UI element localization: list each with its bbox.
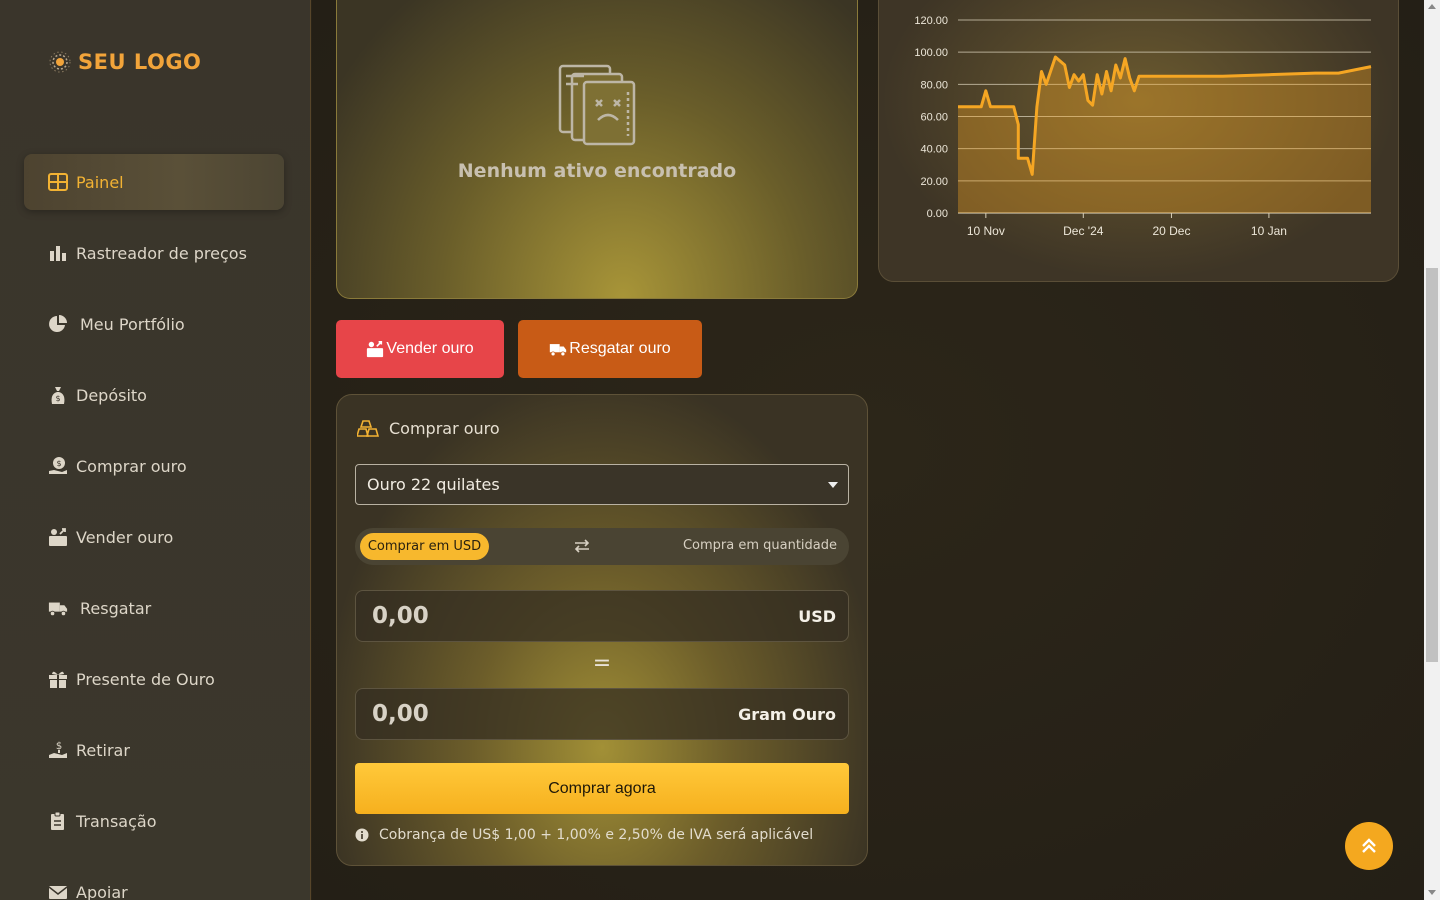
- buy-mode-toggle: Comprar em USD Compra em quantidade: [355, 528, 849, 565]
- equals-sign: =: [592, 651, 612, 676]
- scrollbar-thumb[interactable]: [1426, 268, 1438, 662]
- sell-icon: [367, 340, 384, 358]
- grams-amount-field[interactable]: 0,00 Gram Ouro: [355, 688, 849, 740]
- sidebar-item-label: Comprar ouro: [76, 456, 187, 476]
- bar-chart-icon: [50, 246, 66, 261]
- sell-gold-label: Vender ouro: [386, 340, 474, 357]
- scroll-up-arrow[interactable]: [1428, 4, 1436, 9]
- karat-select-value: Ouro 22 quilates: [367, 475, 500, 494]
- sidebar-item-presente[interactable]: Presente de Ouro: [24, 651, 284, 707]
- sidebar-item-label: Meu Portfólio: [80, 314, 185, 334]
- pie-chart-icon: [49, 315, 67, 332]
- sidebar-item-label: Depósito: [76, 385, 147, 405]
- grams-amount-value: 0,00: [372, 701, 429, 727]
- sidebar-item-label: Rastreador de preços: [76, 243, 247, 263]
- money-bag-icon: $: [51, 387, 65, 404]
- sidebar-item-label: Transação: [76, 811, 157, 831]
- buy-now-button[interactable]: Comprar agora: [355, 763, 849, 814]
- gold-bars-icon: [357, 420, 379, 437]
- swap-icon[interactable]: [573, 537, 591, 555]
- clipboard-icon: [51, 811, 64, 830]
- usd-amount-field[interactable]: 0,00 USD: [355, 590, 849, 642]
- x-tick-label: Dec '24: [1063, 224, 1104, 238]
- fee-note-text: Cobrança de US$ 1,00 + 1,00% e 2,50% de …: [379, 827, 814, 843]
- buy-gold-title-text: Comprar ouro: [389, 418, 500, 438]
- assets-card: Nenhum ativo encontrado: [336, 0, 858, 299]
- karat-select[interactable]: Ouro 22 quilates: [355, 464, 849, 505]
- hand-coin-icon: $: [49, 457, 67, 474]
- sidebar-item-comprar[interactable]: $ Comprar ouro: [24, 438, 284, 494]
- buy-gold-card: Comprar ouro Ouro 22 quilates Comprar em…: [336, 394, 868, 866]
- empty-documents-icon: [558, 64, 636, 146]
- x-tick-label: 10 Nov: [967, 224, 1005, 238]
- info-icon: [355, 828, 369, 842]
- buy-in-usd-option[interactable]: Comprar em USD: [360, 533, 489, 560]
- sidebar-item-transacao[interactable]: Transação: [24, 793, 284, 849]
- sidebar-item-label: Apoiar: [76, 882, 128, 900]
- sidebar: SEU LOGO Painel Rastreador de preços Meu…: [0, 0, 311, 900]
- sidebar-item-label: Resgatar: [80, 598, 152, 618]
- price-chart-card: 0.00 20.00 40.00 60.00 80.00 100.00 120.00 10 N…: [878, 0, 1399, 282]
- sidebar-item-painel[interactable]: Painel: [24, 154, 284, 210]
- sell-gold-button[interactable]: Vender ouro: [336, 320, 504, 378]
- redeem-gold-button[interactable]: Resgatar ouro: [518, 320, 702, 378]
- redeem-gold-label: Resgatar ouro: [569, 340, 671, 357]
- sidebar-item-vender[interactable]: Vender ouro: [24, 509, 284, 565]
- buy-by-quantity-option[interactable]: Compra em quantidade: [683, 538, 837, 553]
- series-area: [958, 57, 1371, 213]
- sidebar-item-label: Vender ouro: [76, 527, 174, 547]
- price-chart: 0.00 20.00 40.00 60.00 80.00 100.00 120.00 10 N…: [914, 15, 1372, 238]
- usd-amount-value: 0,00: [372, 603, 429, 629]
- x-tick-label: 20 Dec: [1152, 224, 1190, 238]
- grid-icon: [48, 173, 68, 191]
- chevron-down-icon: [828, 482, 838, 488]
- truck-icon: [550, 344, 567, 357]
- gift-icon: [49, 671, 67, 688]
- sidebar-item-deposito[interactable]: $ Depósito: [24, 367, 284, 423]
- scroll-to-top-button[interactable]: [1345, 822, 1393, 870]
- usd-unit: USD: [798, 607, 836, 626]
- y-tick-label: 60.00: [920, 112, 948, 124]
- sidebar-item-apoiar[interactable]: Apoiar: [24, 864, 284, 900]
- y-tick-label: 100.00: [914, 47, 948, 59]
- fee-note: Cobrança de US$ 1,00 + 1,00% e 2,50% de …: [355, 827, 813, 843]
- hand-money-icon: $: [49, 741, 67, 758]
- y-tick-label: 20.00: [920, 176, 948, 188]
- sidebar-item-resgatar[interactable]: Resgatar: [24, 580, 284, 636]
- y-tick-label: 40.00: [920, 144, 948, 156]
- scrollbar[interactable]: [1424, 0, 1440, 900]
- sidebar-item-label: Painel: [76, 172, 124, 192]
- sidebar-item-rastreador[interactable]: Rastreador de preços: [24, 225, 284, 281]
- truck-icon: [48, 602, 68, 617]
- logo-text: SEU LOGO: [78, 50, 202, 74]
- sidebar-item-portfolio[interactable]: Meu Portfólio: [24, 296, 284, 352]
- envelope-icon: [48, 886, 68, 899]
- y-tick-label: 80.00: [920, 79, 948, 91]
- y-tick-label: 120.00: [914, 15, 948, 27]
- x-tick-label: 10 Jan: [1251, 224, 1287, 238]
- sidebar-item-retirar[interactable]: $ Retirar: [24, 722, 284, 778]
- svg-text:$: $: [56, 459, 61, 468]
- scroll-down-arrow[interactable]: [1428, 890, 1436, 895]
- y-tick-label: 0.00: [927, 208, 948, 220]
- sell-icon: [49, 528, 67, 546]
- logo[interactable]: SEU LOGO: [48, 50, 201, 74]
- svg-text:$: $: [55, 394, 60, 403]
- buy-gold-title: Comprar ouro: [357, 417, 500, 439]
- double-chevron-up-icon: [1362, 838, 1376, 853]
- sidebar-item-label: Presente de Ouro: [76, 669, 215, 689]
- sidebar-item-label: Retirar: [76, 740, 130, 760]
- gear-sun-icon: [49, 51, 71, 73]
- grams-unit: Gram Ouro: [738, 705, 836, 724]
- empty-assets-text: Nenhum ativo encontrado: [457, 160, 737, 182]
